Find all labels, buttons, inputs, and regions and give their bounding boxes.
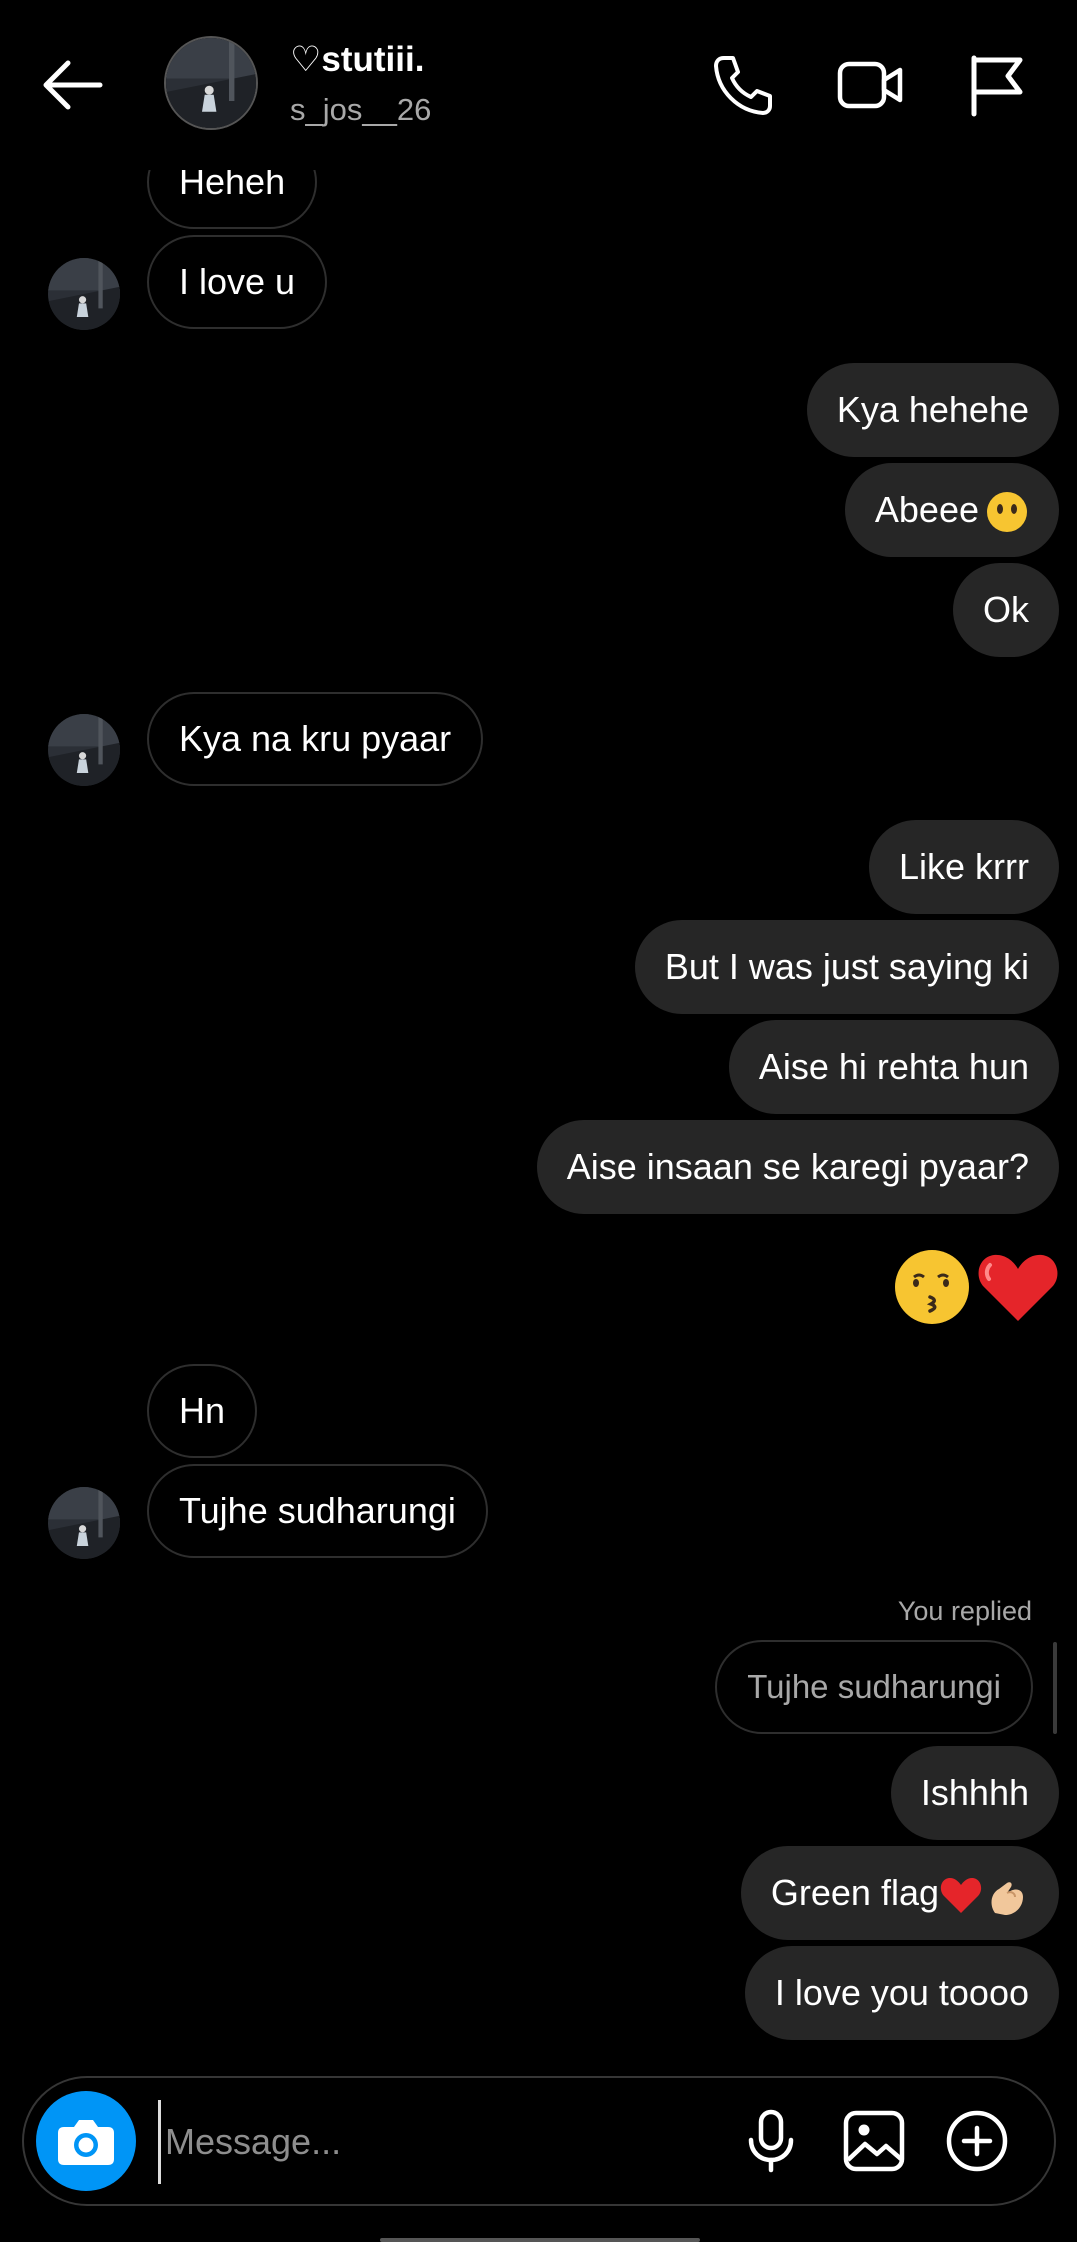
reply-label: You replied <box>897 1596 1032 1626</box>
flag-icon[interactable] <box>962 50 1032 120</box>
message-bubble-outgoing[interactable]: Green flag <box>740 1846 1059 1940</box>
home-indicator <box>380 2238 700 2242</box>
chat-header: ♡stutiii. s_jos__26 <box>0 0 1077 170</box>
phone-icon[interactable] <box>706 50 776 120</box>
contact-name[interactable]: ♡stutiii. <box>290 40 424 80</box>
message-bubble-outgoing[interactable]: Kya hehehe <box>806 363 1059 457</box>
add-circle-icon[interactable] <box>942 2106 1012 2176</box>
contact-username[interactable]: s_jos__26 <box>290 92 431 128</box>
message-bubble-outgoing[interactable]: But I was just saying ki <box>634 920 1059 1014</box>
message-text: Green flag <box>770 1872 939 1913</box>
video-call-icon[interactable] <box>836 50 906 120</box>
back-arrow-icon[interactable] <box>38 55 108 115</box>
contact-avatar[interactable] <box>164 36 258 130</box>
sender-avatar[interactable] <box>48 714 120 786</box>
message-bubble-incoming[interactable]: Hn <box>147 1364 258 1458</box>
microphone-icon[interactable] <box>736 2106 806 2176</box>
message-bubble-outgoing[interactable]: Ok <box>952 563 1059 657</box>
message-bubble-outgoing[interactable]: Aise hi rehta hun <box>728 1020 1059 1114</box>
message-bubble-incoming[interactable]: Tujhe sudharungi <box>147 1464 488 1558</box>
sender-avatar[interactable] <box>48 258 120 330</box>
message-bubble-outgoing[interactable]: Like krrr <box>868 820 1059 914</box>
message-bubble-incoming[interactable]: Kya na kru pyaar <box>147 692 484 786</box>
quoted-reply-bubble[interactable]: Tujhe sudharungi <box>715 1640 1033 1734</box>
message-bubble-outgoing[interactable]: I love you toooo <box>744 1946 1059 2040</box>
message-input[interactable] <box>158 2100 727 2184</box>
red-heart-emoji-icon <box>940 1878 982 1914</box>
camera-icon <box>58 2120 114 2165</box>
gallery-icon[interactable] <box>839 2106 909 2176</box>
camera-button[interactable] <box>36 2091 136 2191</box>
message-bubble-outgoing[interactable]: Abeee <box>844 463 1059 557</box>
message-composer <box>22 2076 1056 2206</box>
red-heart-emoji-icon <box>978 1254 1058 1321</box>
message-bubble-outgoing[interactable]: Ishhhh <box>890 1746 1059 1840</box>
reply-indicator-bar <box>1053 1642 1057 1734</box>
kissing-face-emoji-icon <box>895 1250 969 1324</box>
pinching-hand-emoji-icon <box>991 1882 1023 1916</box>
message-bubble-incoming[interactable]: I love u <box>147 235 328 329</box>
sender-avatar[interactable] <box>48 1487 120 1559</box>
kiss-heart-emoji-message[interactable] <box>894 1247 1059 1327</box>
message-text: Abeee <box>874 489 979 530</box>
message-bubble-outgoing[interactable]: Aise insaan se karegi pyaar? <box>536 1120 1059 1214</box>
neutral-face-no-mouth-emoji-icon <box>987 492 1027 533</box>
